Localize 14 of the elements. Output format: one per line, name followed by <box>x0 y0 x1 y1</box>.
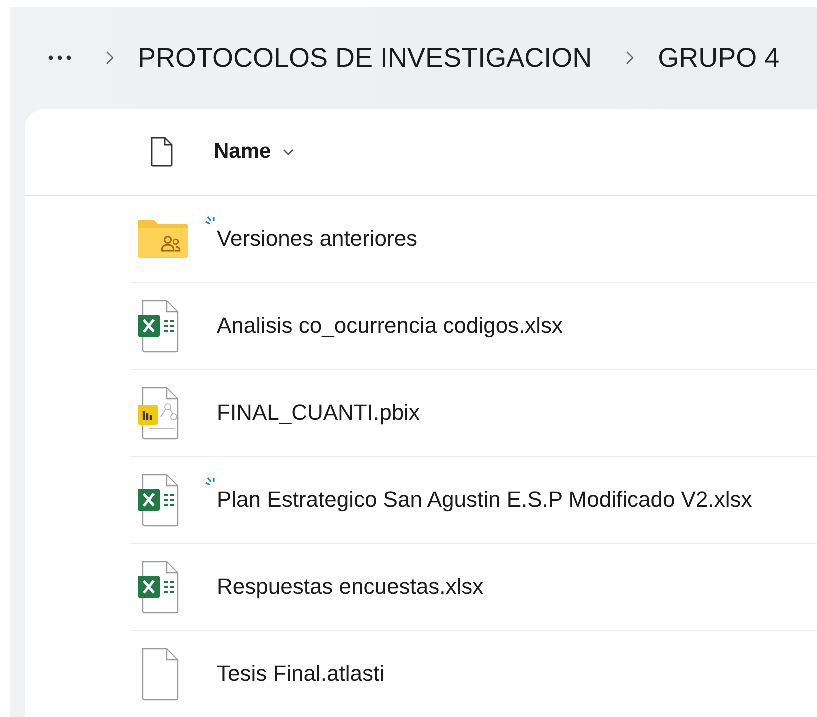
file-name[interactable]: Tesis Final.atlasti <box>217 661 385 686</box>
file-name[interactable]: FINAL_CUANTI.pbix <box>217 400 420 425</box>
chevron-right-icon <box>106 51 114 65</box>
file-name[interactable]: Analisis co_ocurrencia codigos.xlsx <box>217 313 564 338</box>
more-icon[interactable] <box>48 55 72 61</box>
shared-folder-icon <box>137 219 189 259</box>
breadcrumb-item[interactable]: GRUPO 4 <box>658 38 780 78</box>
file-type-icon <box>150 137 174 167</box>
name-column-header[interactable]: Name <box>214 138 294 166</box>
breadcrumb-item[interactable]: PROTOCOLOS DE INVESTIGACION <box>138 38 592 78</box>
file-name[interactable]: Plan Estrategico San Agustin E.S.P Modificado V2.xlsx <box>217 487 752 512</box>
file-name[interactable]: Versiones anteriores <box>217 226 418 251</box>
chevron-right-icon <box>626 51 634 65</box>
file-name[interactable]: Respuestas encuestas.xlsx <box>217 574 484 599</box>
